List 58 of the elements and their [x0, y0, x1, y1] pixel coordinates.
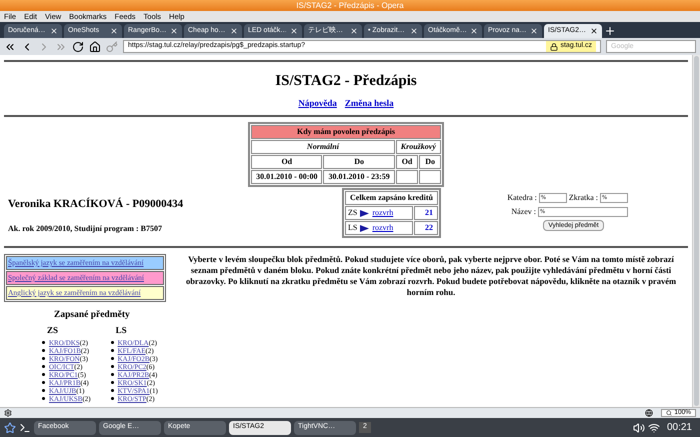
page-title: IS/STAG2 - Předzápis: [274, 72, 418, 91]
bullet-icon: [42, 397, 45, 400]
bullet-icon: [110, 389, 114, 392]
column-group-header: Normální: [251, 140, 395, 154]
reload-icon[interactable]: [72, 40, 84, 52]
section-heading: Zapsané předměty: [54, 309, 131, 322]
instructions-text: Vyberte v levém sloupečku blok předmětů. Pokud studujete více oborů, pak vyberte nejprve obor. Poté se Vám na tomto místě zobrazí seznam předmětů v daném bloku. Pokud znáte konkrétní předmět nebo jeho název, pak použijte vyhledávání předmětu v horní části obrazovky. Po kliknutí na zkratku předmětu se Vám zobrazí rozvrh. Pokud budete potřebovat nápovědu, klikněte na otazník v pravém horním rohu.: [184, 254, 678, 299]
gear-icon[interactable]: [4, 409, 12, 417]
column-header: Od: [251, 155, 322, 169]
window-title: IS/STAG2 - Předzápis - Opera: [296, 2, 404, 10]
schedule-link[interactable]: rozvrh: [372, 207, 394, 219]
bullet-icon: [110, 349, 114, 352]
new-tab-icon[interactable]: [604, 25, 616, 37]
field-label: Zkratka :: [568, 192, 598, 204]
table-title: Kdy mám povolen předzápis: [251, 125, 441, 139]
field-label: Katedra :: [507, 192, 537, 204]
term-heading: LS: [116, 324, 128, 338]
bullet-icon: [110, 397, 114, 400]
column-header: Do: [419, 155, 441, 169]
term-label: ZS: [348, 207, 358, 219]
search-icon: [666, 410, 672, 416]
bullet-icon: [110, 341, 114, 344]
table-cell: 30.01.2010 - 23:59: [323, 170, 395, 184]
bullet-icon: [42, 357, 45, 360]
lock-icon: [550, 42, 558, 50]
nav-link[interactable]: Nápověda: [298, 96, 337, 110]
bullet-icon: [42, 373, 45, 376]
column-group-header: Kroužkový: [396, 140, 441, 154]
field-label: Název :: [511, 206, 536, 218]
table-cell: 30.01.2010 - 00:00: [251, 170, 322, 184]
nav-link[interactable]: Změna hesla: [344, 96, 394, 110]
table-title: Celkem zapsáno kreditů: [345, 191, 438, 205]
globe-icon[interactable]: [645, 409, 654, 417]
volume-icon[interactable]: [632, 422, 645, 434]
term-label: LS: [348, 222, 358, 234]
bullet-icon: [42, 365, 45, 368]
bullet-icon: [110, 357, 114, 360]
column-header: Od: [396, 155, 418, 169]
network-icon[interactable]: [648, 422, 660, 434]
term-heading: ZS: [47, 324, 60, 338]
home-icon[interactable]: [89, 40, 101, 52]
bullet-icon: [42, 349, 45, 352]
column-header: Do: [323, 155, 395, 169]
bullet-icon: [110, 365, 114, 368]
bullet-icon: [110, 373, 114, 376]
study-program: Ak. rok 2009/2010, Studijní program : B7507: [8, 222, 163, 234]
bullet-icon: [42, 341, 45, 344]
credit-total: 21: [414, 206, 438, 220]
bullet-icon: [42, 389, 45, 392]
close-icon[interactable]: [590, 27, 598, 35]
student-name: Veronika KRACÍKOVÁ - P09000434: [8, 196, 184, 212]
bullet-icon: [110, 381, 114, 384]
clock: 00:21: [666, 421, 693, 435]
terminal-icon[interactable]: [19, 422, 31, 434]
credit-total: 22: [414, 221, 438, 235]
bullet-icon: [42, 381, 45, 384]
scrollbar[interactable]: [692, 55, 700, 407]
schedule-link[interactable]: rozvrh: [372, 222, 394, 234]
